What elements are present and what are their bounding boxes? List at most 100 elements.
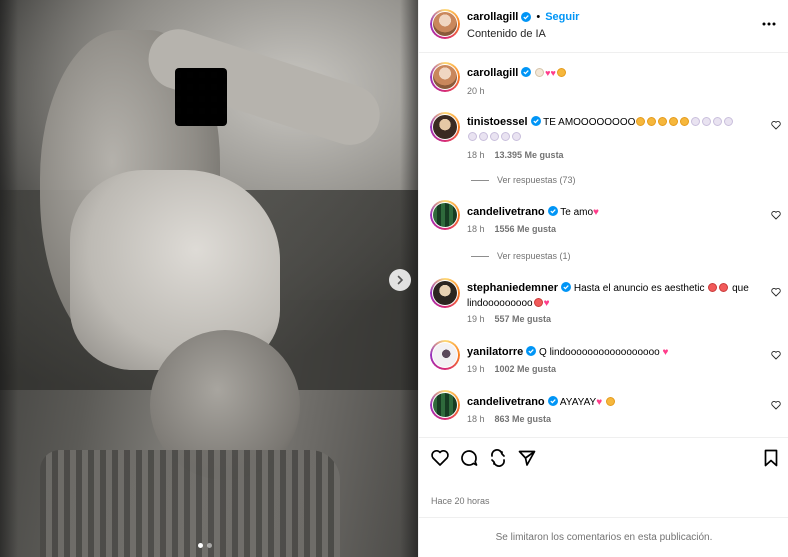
post-viewer: carollagill • Seguir Contenido de IA car… (0, 0, 788, 557)
follow-button[interactable]: Seguir (545, 11, 579, 23)
comment-time: 18 h (467, 224, 485, 234)
caption-text: carollagill ♥♥ (467, 66, 757, 81)
comment-text: tinistoessel TE AMOOOOOOOO (467, 115, 757, 145)
comment-time: 19 h (467, 364, 485, 374)
comment-username[interactable]: candelivetrano (467, 206, 545, 218)
comment-time: 19 h (467, 314, 485, 324)
like-comment-icon[interactable] (771, 350, 781, 360)
view-replies-label: Ver respuestas (1) (497, 251, 571, 261)
pink-heart-icon: ♥ (596, 397, 603, 408)
view-replies-label: Ver respuestas (73) (497, 175, 576, 185)
avatar[interactable] (430, 200, 460, 230)
comments-limited-text: Se limitaron los comentarios en esta pub… (495, 532, 713, 543)
verified-icon (526, 346, 537, 356)
chevron-right-icon (397, 275, 404, 285)
comment-time: 18 h (467, 414, 485, 424)
comment-body: AYAYAY (559, 397, 597, 408)
header-username[interactable]: carollagill (467, 11, 518, 23)
carousel-dot (207, 543, 212, 548)
like-comment-icon[interactable] (771, 120, 781, 130)
pink-heart-icon: ♥ (662, 347, 669, 358)
like-comment-icon[interactable] (771, 400, 781, 410)
comment-username[interactable]: tinistoessel (467, 116, 528, 128)
crying-face-icon (658, 117, 668, 126)
photo-edge-left (0, 0, 18, 557)
white-heart-icon (479, 132, 488, 141)
comment-likes[interactable]: 13.395 Me gusta (495, 150, 564, 160)
view-replies-button[interactable]: Ver respuestas (73) (471, 175, 576, 185)
comment-body-3: lindooooooooo (467, 298, 533, 309)
comment-body: Q lindooooooooooooooooo (539, 347, 660, 358)
comment-likes[interactable]: 863 Me gusta (495, 414, 552, 424)
comment-likes[interactable]: 557 Me gusta (495, 314, 552, 324)
verified-icon (561, 282, 572, 292)
verified-icon (530, 116, 541, 126)
like-comment-icon[interactable] (771, 210, 781, 220)
crying-face-icon (680, 117, 690, 126)
send-icon[interactable] (517, 448, 537, 468)
verified-icon (547, 396, 558, 406)
white-heart-icon (468, 132, 477, 141)
comment-text: stephaniedemner Hasta el anuncio es aest… (467, 281, 757, 311)
crying-face-icon (669, 117, 679, 126)
photo-skirt (40, 450, 340, 557)
comment-icon[interactable] (459, 448, 479, 468)
avatar[interactable] (430, 390, 460, 420)
comment-body-2: que (732, 283, 749, 294)
like-comment-icon[interactable] (771, 287, 781, 297)
white-heart-icon (713, 117, 723, 126)
view-replies-button[interactable]: Ver respuestas (1) (471, 251, 571, 261)
avatar[interactable] (430, 340, 460, 370)
pink-heart-icon: ♥ (543, 298, 550, 309)
avatar[interactable] (430, 112, 460, 142)
replies-line (471, 179, 489, 181)
comment-body: Te amo (560, 207, 594, 218)
heart-icon[interactable] (430, 448, 450, 468)
header-user: carollagill • Seguir (467, 11, 579, 23)
heart-eyes-icon (719, 283, 729, 292)
comment-likes[interactable]: 1002 Me gusta (495, 364, 557, 374)
comments-limited-notice: Se limitaron los comentarios en esta pub… (419, 517, 788, 557)
comment-username[interactable]: candelivetrano (467, 396, 545, 408)
avatar[interactable] (430, 9, 460, 39)
carousel-dots (198, 543, 212, 548)
comment-meta: 19 h 1002 Me gusta (467, 364, 556, 374)
comment-text: candelivetrano Te amo♥ (467, 205, 757, 220)
avatar[interactable] (430, 62, 460, 92)
post-photo[interactable] (0, 0, 418, 557)
more-options-icon[interactable] (761, 16, 777, 32)
crying-face-icon (647, 117, 657, 126)
post-header: carollagill • Seguir Contenido de IA (419, 0, 788, 53)
verified-icon (521, 12, 532, 22)
pink-heart-icon: ♥ (593, 207, 599, 218)
verified-icon (521, 67, 532, 77)
carousel-next-button[interactable] (389, 269, 411, 291)
comment-text: candelivetrano AYAYAY♥ (467, 395, 757, 410)
baby-bottle-icon (535, 68, 545, 77)
caption-username[interactable]: carollagill (467, 67, 518, 79)
action-bar (419, 437, 788, 477)
header-separator: • (536, 11, 541, 23)
comment-text: yanilatorre Q lindooooooooooooooooo ♥ (467, 345, 757, 360)
comment-username[interactable]: yanilatorre (467, 346, 523, 358)
two-hearts-icon: ♥♥ (545, 68, 556, 78)
comment-likes[interactable]: 1556 Me gusta (495, 224, 557, 234)
crying-face-icon (636, 117, 646, 126)
post-timestamp: Hace 20 horas (431, 496, 490, 506)
smiling-face-icon (556, 68, 566, 77)
comment-time: 18 h (467, 150, 485, 160)
comment-body: Hasta el anuncio es aesthetic (573, 283, 705, 294)
bookmark-icon[interactable] (761, 448, 781, 468)
ai-content-label[interactable]: Contenido de IA (467, 28, 546, 40)
comment-username[interactable]: stephaniedemner (467, 282, 558, 294)
white-heart-icon (490, 132, 499, 141)
replies-line (471, 255, 489, 257)
carousel-dot (198, 543, 203, 548)
comment-meta: 18 h 13.395 Me gusta (467, 150, 564, 160)
avatar[interactable] (430, 278, 460, 308)
share-icon[interactable] (488, 448, 508, 468)
caption-time: 20 h (467, 86, 485, 96)
smiling-face-icon (605, 397, 615, 406)
white-heart-icon (702, 117, 712, 126)
white-heart-icon (691, 117, 701, 126)
